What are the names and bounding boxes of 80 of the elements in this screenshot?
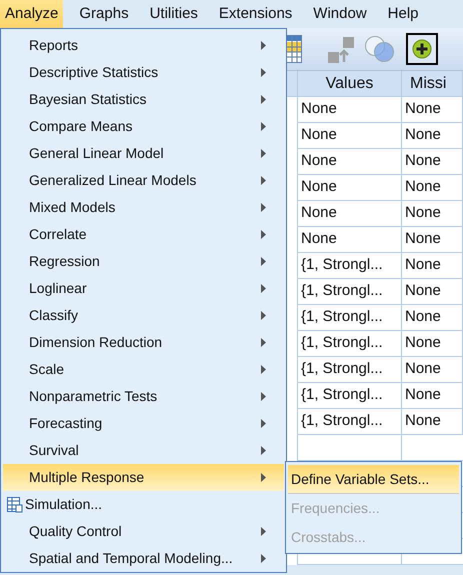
column-header[interactable]: Values — [298, 71, 402, 96]
submenu-arrow-icon — [261, 230, 266, 239]
add-button[interactable] — [406, 33, 438, 65]
submenu-arrow-icon — [261, 527, 266, 536]
submenu-arrow-icon — [261, 338, 266, 347]
submenu-arrow-icon — [261, 365, 266, 374]
submenu-arrow-icon — [261, 122, 266, 131]
submenu-arrow-icon — [261, 284, 266, 293]
menu-item[interactable]: Nonparametric Tests — [3, 383, 284, 410]
menu-item[interactable]: Forecasting — [3, 410, 284, 437]
table-cell: None — [402, 279, 463, 304]
menu-item[interactable]: Regression — [3, 248, 284, 275]
table-cell: None — [402, 123, 463, 148]
menu-item[interactable]: Dimension Reduction — [3, 329, 284, 356]
menu-bar-item[interactable]: Analyze — [0, 0, 64, 28]
table-cell: {1, Strongl... — [298, 331, 402, 356]
table-cell: {1, Strongl... — [298, 253, 402, 278]
table-cell: None — [402, 357, 463, 382]
table-cell: None — [298, 149, 402, 174]
table-cell: None — [402, 253, 463, 278]
table-cell: {1, Strongl... — [298, 409, 402, 434]
menu-item[interactable]: Generalized Linear Models — [3, 167, 284, 194]
table-cell: None — [298, 227, 402, 252]
column-header[interactable]: Missi — [402, 71, 463, 96]
menu-bar-item[interactable]: Extensions — [214, 0, 298, 28]
submenu-arrow-icon — [261, 446, 266, 455]
menu-item[interactable]: Descriptive Statistics — [3, 59, 284, 86]
sort-icon[interactable] — [326, 34, 356, 64]
table-cell: None — [402, 97, 463, 122]
submenu-arrow-icon — [261, 95, 266, 104]
table-cell: None — [298, 97, 402, 122]
submenu-arrow-icon — [261, 41, 266, 50]
table-cell: None — [402, 175, 463, 200]
submenu-arrow-icon — [261, 68, 266, 77]
table-cell: None — [298, 175, 402, 200]
table-cell: None — [402, 149, 463, 174]
menu-bar-item[interactable]: Utilities — [144, 0, 203, 28]
menu-bar-item[interactable]: Graphs — [74, 0, 134, 28]
table-cell: {1, Strongl... — [298, 383, 402, 408]
submenu-arrow-icon — [261, 176, 266, 185]
table-cell: None — [402, 331, 463, 356]
submenu-arrow-icon — [261, 392, 266, 401]
submenu-arrow-icon — [261, 473, 266, 482]
menu-item[interactable]: Compare Means — [3, 113, 284, 140]
submenu-arrow-icon — [261, 311, 266, 320]
table-cell: {1, Strongl... — [298, 279, 402, 304]
table-cell: None — [402, 227, 463, 252]
overlapping-circles-icon[interactable] — [364, 35, 396, 63]
submenu-arrow-icon — [261, 554, 266, 563]
submenu-item[interactable]: Define Variable Sets... — [288, 465, 459, 494]
plus-icon — [412, 39, 432, 59]
table-cell: None — [402, 383, 463, 408]
menu-item[interactable]: Mixed Models — [3, 194, 284, 221]
menu-item[interactable]: Classify — [3, 302, 284, 329]
menu-item[interactable]: Correlate — [3, 221, 284, 248]
menu-item[interactable]: Loglinear — [3, 275, 284, 302]
menu-item[interactable]: General Linear Model — [3, 140, 284, 167]
menu-item[interactable]: Multiple Response — [3, 464, 284, 491]
submenu-arrow-icon — [261, 419, 266, 428]
table-cell: {1, Strongl... — [298, 305, 402, 330]
menu-item[interactable]: Quality Control — [3, 518, 284, 545]
table-cell: None — [298, 123, 402, 148]
table-cell: None — [402, 409, 463, 434]
menu-item[interactable]: Simulation... — [3, 491, 284, 518]
table-cell: None — [402, 201, 463, 226]
submenu-arrow-icon — [261, 149, 266, 158]
table-cell: None — [402, 305, 463, 330]
menu-bar-item[interactable]: Help — [382, 0, 424, 28]
menu-bar-item[interactable]: Window — [308, 0, 372, 28]
table-cell: None — [298, 201, 402, 226]
table-cell: {1, Strongl... — [298, 357, 402, 382]
table-icon[interactable] — [286, 35, 302, 63]
submenu-arrow-icon — [261, 257, 266, 266]
table-icon — [7, 496, 23, 512]
menu-item[interactable]: Spatial and Temporal Modeling... — [3, 545, 284, 572]
menu-item[interactable]: Reports — [3, 32, 284, 59]
menu-item[interactable]: Scale — [3, 356, 284, 383]
submenu-arrow-icon — [261, 203, 266, 212]
menu-item[interactable]: Survival — [3, 437, 284, 464]
menu-item[interactable]: Bayesian Statistics — [3, 86, 284, 113]
